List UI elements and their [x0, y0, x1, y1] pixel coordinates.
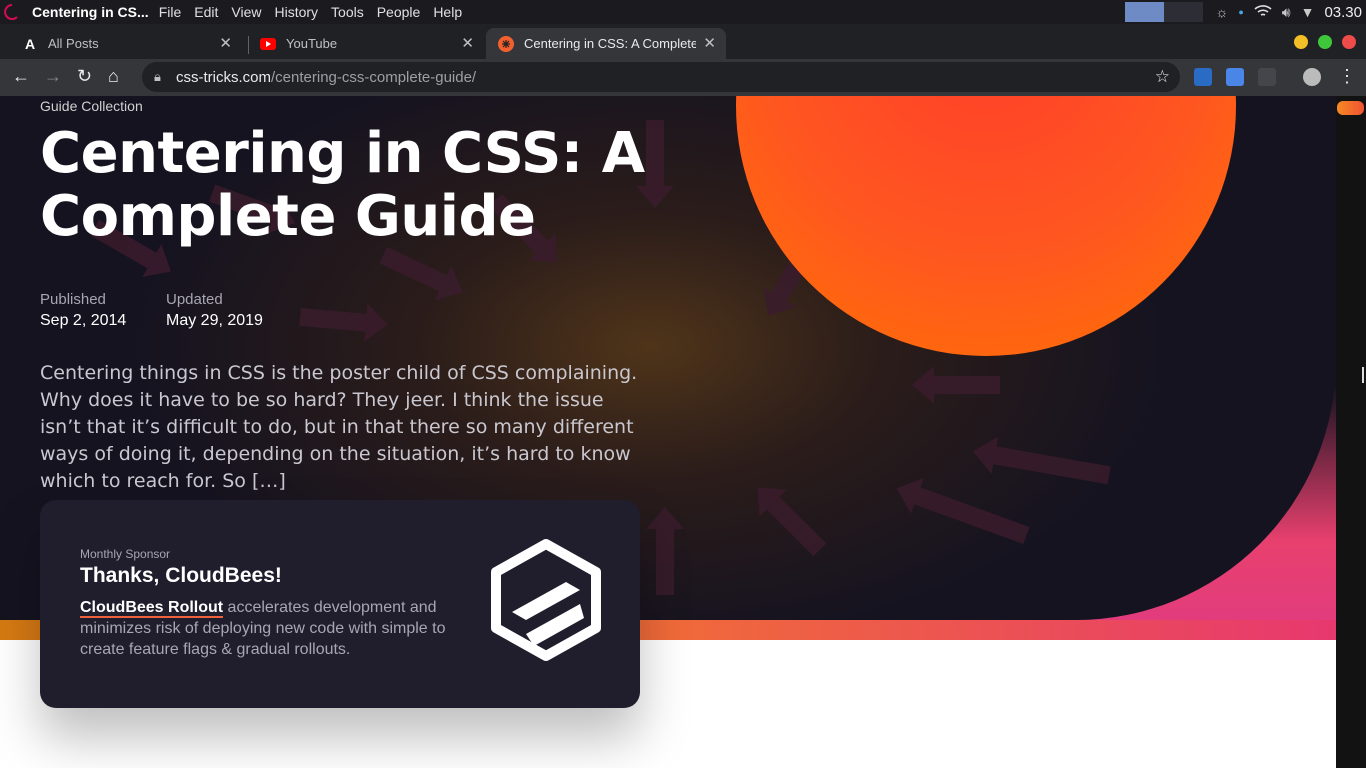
text-cursor: [1362, 367, 1366, 383]
tab-youtube[interactable]: YouTube ✕: [248, 28, 484, 59]
breadcrumb[interactable]: Guide Collection: [40, 98, 143, 114]
kebab-menu-icon[interactable]: ⋮: [1338, 66, 1356, 87]
profile-avatar[interactable]: [1303, 68, 1321, 86]
sponsor-link[interactable]: CloudBees Rollout: [80, 599, 224, 618]
extension-icon[interactable]: [1258, 68, 1276, 86]
menu-tools[interactable]: Tools: [331, 4, 364, 20]
youtube-icon: [260, 36, 276, 52]
a-icon: A: [24, 35, 36, 52]
menu-history[interactable]: History: [274, 4, 318, 20]
scrollbar-thumb[interactable]: [1337, 101, 1364, 115]
notification-dot-icon: ●: [1238, 7, 1244, 17]
css-tricks-icon: [498, 35, 514, 52]
decor-arrow: [656, 525, 674, 595]
chevron-down-icon[interactable]: ▼: [1301, 4, 1315, 20]
page-scrollbar[interactable]: [1336, 96, 1366, 768]
back-icon[interactable]: ←: [12, 66, 30, 87]
debian-logo-icon[interactable]: [0, 0, 24, 24]
article-excerpt: Centering things in CSS is the poster ch…: [40, 362, 638, 492]
bookmark-star-icon[interactable]: ☆: [1155, 67, 1170, 87]
extension-icon[interactable]: [1194, 68, 1212, 86]
reload-icon[interactable]: ↻: [77, 66, 92, 87]
tab-bar: A All Posts ✕ YouTube ✕ Centering in CSS…: [0, 24, 1366, 77]
published-label: Published: [40, 291, 106, 308]
close-icon[interactable]: ✕: [461, 34, 474, 52]
maximize-button[interactable]: [1318, 35, 1332, 49]
lightbulb-icon[interactable]: ☼: [1215, 4, 1228, 20]
sponsor-card: Monthly Sponsor Thanks, CloudBees! Cloud…: [40, 500, 640, 708]
workspace-pager[interactable]: [1125, 2, 1204, 22]
wifi-icon[interactable]: [1254, 4, 1272, 21]
browser-toolbar: ← → ↻ ⌂ 🔒︎ css-tricks.com /centering-css…: [0, 59, 1366, 96]
google-translate-icon[interactable]: [1226, 68, 1244, 86]
menu-edit[interactable]: Edit: [194, 4, 218, 20]
close-window-button[interactable]: [1342, 35, 1356, 49]
close-icon[interactable]: ✕: [219, 34, 232, 52]
active-app-title: Centering in CS...: [32, 4, 149, 20]
updated-label: Updated: [166, 291, 223, 308]
minimize-button[interactable]: [1294, 35, 1308, 49]
menu-view[interactable]: View: [231, 4, 261, 20]
tab-all-posts[interactable]: A All Posts ✕: [10, 28, 242, 59]
url-host: css-tricks.com: [176, 68, 271, 86]
system-tray: ☼ ● 🔊︎ ▼ 03.30: [1125, 0, 1366, 24]
tab-label: YouTube: [286, 36, 338, 51]
clock[interactable]: 03.30: [1324, 4, 1362, 21]
volume-icon[interactable]: 🔊︎: [1282, 4, 1291, 21]
address-bar[interactable]: 🔒︎ css-tricks.com /centering-css-complet…: [142, 62, 1180, 92]
os-menubar: Centering in CS... File Edit View Histor…: [0, 0, 1366, 24]
url-path: /centering-css-complete-guide/: [271, 68, 477, 86]
tab-label: All Posts: [48, 36, 99, 51]
menu-file[interactable]: File: [159, 4, 182, 20]
forward-icon[interactable]: →: [44, 66, 62, 87]
cloudbees-logo-icon[interactable]: [488, 538, 604, 662]
close-icon[interactable]: ✕: [703, 34, 716, 52]
sponsor-body: CloudBees Rollout accelerates developmen…: [80, 597, 460, 660]
sponsor-title: Thanks, CloudBees!: [80, 564, 282, 587]
tab-centering-css[interactable]: Centering in CSS: A Complete Guide ✕: [486, 28, 726, 59]
lock-icon[interactable]: 🔒︎: [154, 69, 161, 85]
page-title: Centering in CSS: A Complete Guide: [40, 121, 645, 249]
tab-label: Centering in CSS: A Complete Guide: [524, 36, 696, 51]
updated-date: May 29, 2019: [166, 312, 263, 329]
decor-arrow: [930, 376, 1000, 394]
home-icon[interactable]: ⌂: [108, 66, 119, 87]
page-content: Guide Collection Centering in CSS: A Com…: [0, 96, 1336, 768]
menu-help[interactable]: Help: [433, 4, 462, 20]
menu-people[interactable]: People: [377, 4, 421, 20]
sponsor-kicker: Monthly Sponsor: [80, 547, 171, 561]
published-date: Sep 2, 2014: [40, 312, 127, 329]
